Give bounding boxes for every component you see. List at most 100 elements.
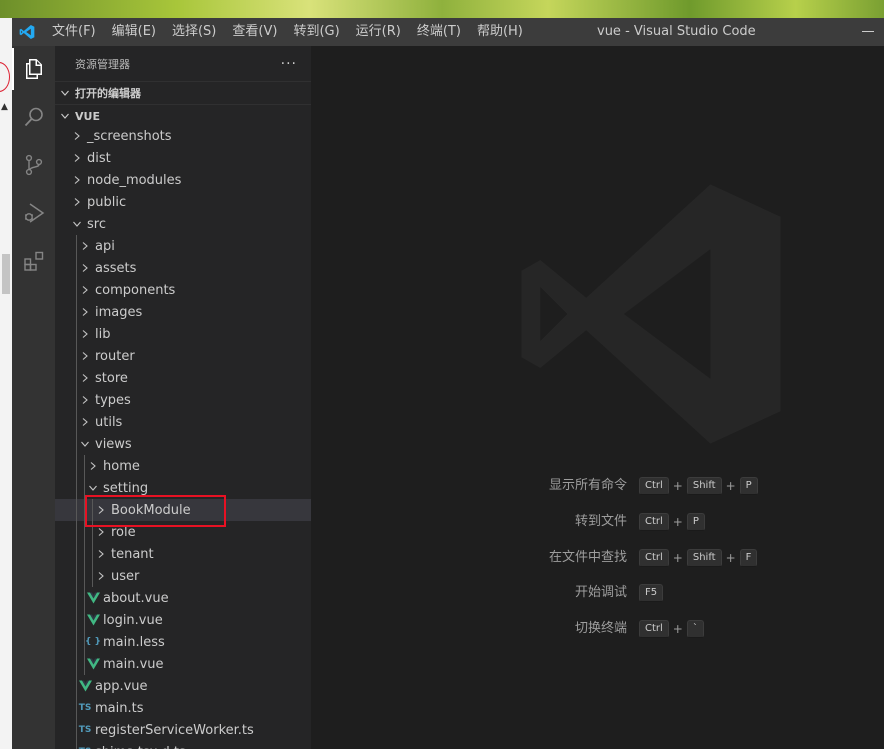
tree-item-label: images <box>95 304 143 320</box>
tree-file[interactable]: about.vue <box>55 587 311 609</box>
chevron-right-icon <box>77 301 93 323</box>
run-debug-button[interactable] <box>12 190 55 236</box>
chevron-down-icon <box>69 213 85 235</box>
tree-item-label: app.vue <box>95 678 148 694</box>
explorer-sidebar: 资源管理器 ··· 打开的编辑器 VUE _screenshots dist nod… <box>55 46 311 749</box>
extensions-icon <box>23 251 43 271</box>
menu-item[interactable]: 选择(S) <box>164 18 224 46</box>
tree-file[interactable]: login.vue <box>55 609 311 631</box>
tree-item-label: _screenshots <box>87 128 172 144</box>
desktop-wallpaper <box>0 0 884 18</box>
tree-file[interactable]: TS registerServiceWorker.ts <box>55 719 311 741</box>
tree-item-label: tenant <box>111 546 154 562</box>
window-title: vue - Visual Studio Code <box>597 24 756 39</box>
tree-folder[interactable]: _screenshots <box>55 125 311 147</box>
tree-item-label: utils <box>95 414 123 430</box>
search-button[interactable] <box>12 94 55 140</box>
keybinding-key: P <box>686 513 705 531</box>
ts-file-icon: TS <box>78 725 92 735</box>
tree-item-label: setting <box>103 480 149 496</box>
vue-file-icon <box>85 653 101 675</box>
chevron-right-icon <box>77 367 93 389</box>
tree-folder[interactable]: utils <box>55 411 311 433</box>
tree-file[interactable]: app.vue <box>55 675 311 697</box>
chevron-down-icon <box>77 433 93 455</box>
menu-item[interactable]: 转到(G) <box>285 18 347 46</box>
open-editors-section[interactable]: 打开的编辑器 <box>55 81 311 104</box>
menu-item[interactable]: 编辑(E) <box>104 18 164 46</box>
tree-item-label: public <box>87 194 127 210</box>
tree-item-label: store <box>95 370 128 386</box>
ts-file-icon: TS <box>77 741 93 749</box>
tree-item-label: views <box>95 436 132 452</box>
more-actions-button[interactable]: ··· <box>281 56 297 72</box>
tree-file[interactable]: main.vue <box>55 653 311 675</box>
tree-folder[interactable]: lib <box>55 323 311 345</box>
shortcut-keys: Ctrl + Shift + F <box>639 548 758 568</box>
indent-guide <box>76 235 77 749</box>
shortcut-label: 在文件中查找 <box>548 550 627 565</box>
keybinding-key: Ctrl <box>639 477 669 495</box>
tree-folder[interactable]: dist <box>55 147 311 169</box>
background-annotation <box>0 62 10 92</box>
tree-folder[interactable]: tenant <box>55 543 311 565</box>
vue-file-icon <box>85 609 101 631</box>
chevron-right-icon <box>55 88 75 98</box>
menu-item[interactable]: 运行(R) <box>348 18 409 46</box>
tree-folder[interactable]: home <box>55 455 311 477</box>
tree-item-label: main.ts <box>95 700 144 716</box>
chevron-right-icon <box>77 389 93 411</box>
editor-area: 显示所有命令 Ctrl + Shift + P 转到文件 Ctrl + P 在文件中查找 Ctrl + S… <box>311 46 884 749</box>
tree-folder[interactable]: assets <box>55 257 311 279</box>
tree-folder[interactable]: user <box>55 565 311 587</box>
shortcut-label: 切换终端 <box>574 621 627 636</box>
tree-folder[interactable]: components <box>55 279 311 301</box>
tree-file[interactable]: TS main.ts <box>55 697 311 719</box>
explorer-button[interactable] <box>12 46 55 92</box>
menu-bar: 文件(F) 编辑(E) 选择(S) 查看(V) 转到(G) 运行(R) 终端(T) 帮助(H) <box>44 18 531 46</box>
tree-folder[interactable]: store <box>55 367 311 389</box>
shortcut-hint: 在文件中查找 Ctrl + Shift + F <box>311 548 884 568</box>
shortcut-hint: 转到文件 Ctrl + P <box>311 512 884 532</box>
chevron-right-icon <box>69 169 85 191</box>
menu-item[interactable]: 终端(T) <box>409 18 469 46</box>
tree-folder[interactable]: views <box>55 433 311 455</box>
tree-folder[interactable]: router <box>55 345 311 367</box>
ts-file-icon: TS <box>78 703 92 713</box>
tree-folder[interactable]: node_modules <box>55 169 311 191</box>
keybinding-key: Ctrl <box>639 620 669 638</box>
workspace-label: VUE <box>75 109 100 123</box>
shortcut-hint: 开始调试 F5 <box>311 583 884 603</box>
less-file-icon: { } <box>85 637 101 647</box>
chevron-right-icon <box>85 455 101 477</box>
menu-item[interactable]: 查看(V) <box>224 18 285 46</box>
tree-folder[interactable]: types <box>55 389 311 411</box>
tree-folder[interactable]: images <box>55 301 311 323</box>
tree-file[interactable]: TSshims-tsx.d.ts <box>55 741 311 749</box>
tree-item-label: main.vue <box>103 656 164 672</box>
tree-item-label: api <box>95 238 115 254</box>
minimize-button[interactable] <box>862 31 874 32</box>
source-control-icon <box>25 154 42 176</box>
shortcut-label: 显示所有命令 <box>548 478 627 493</box>
tree-folder[interactable]: public <box>55 191 311 213</box>
shortcut-keys: Ctrl + Shift + P <box>639 476 758 496</box>
tree-folder[interactable]: api <box>55 235 311 257</box>
menu-item[interactable]: 文件(F) <box>44 18 104 46</box>
source-control-button[interactable] <box>12 142 55 188</box>
vue-file-icon <box>85 587 101 609</box>
menu-item[interactable]: 帮助(H) <box>469 18 531 46</box>
chevron-right-icon <box>77 279 93 301</box>
run-debug-icon <box>24 203 44 223</box>
search-icon <box>24 107 43 127</box>
background-arrow-icon: ▲ <box>1 102 8 112</box>
open-editors-label: 打开的编辑器 <box>75 87 141 100</box>
tree-folder[interactable]: src <box>55 213 311 235</box>
tree-file[interactable]: { } main.less <box>55 631 311 653</box>
extensions-button[interactable] <box>12 238 55 284</box>
tree-item-label: src <box>87 216 106 232</box>
workspace-section[interactable]: VUE <box>55 104 311 127</box>
chevron-right-icon <box>77 235 93 257</box>
vscode-logo-icon[interactable] <box>12 18 42 46</box>
tree-item-label: shims-tsx.d.ts <box>95 745 186 749</box>
